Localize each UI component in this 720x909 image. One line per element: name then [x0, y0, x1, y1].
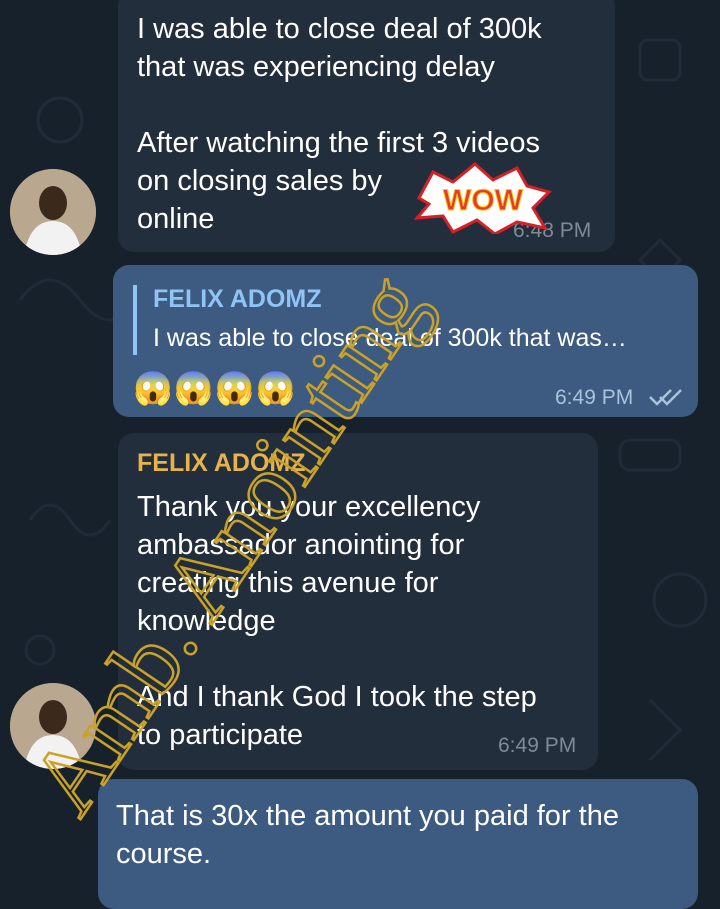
- message-emojis: 😱😱😱😱: [133, 370, 297, 406]
- sender-name[interactable]: FELIX ADOMZ: [137, 449, 306, 478]
- message-bubble-outgoing[interactable]: That is 30x the amount you paid for the …: [98, 779, 698, 909]
- reply-text: I was able to close deal of 300k that wa…: [153, 324, 627, 352]
- avatar-photo: [10, 169, 96, 255]
- avatar-photo: [10, 683, 96, 769]
- message-bubble-incoming[interactable]: FELIX ADOMZ Thank you your excellency am…: [118, 433, 598, 770]
- double-check-icon: [649, 389, 682, 406]
- reply-quote[interactable]: FELIX ADOMZ I was able to close deal of …: [133, 285, 678, 355]
- message-bubble-outgoing[interactable]: FELIX ADOMZ I was able to close deal of …: [113, 265, 698, 417]
- wow-sticker-text: WOW: [443, 184, 524, 217]
- message-text: Thank you your excellency ambassador ano…: [137, 491, 537, 751]
- message-time: 6:49 PM: [498, 734, 577, 757]
- reply-sender-name: FELIX ADOMZ: [153, 285, 322, 313]
- message-text: That is 30x the amount you paid for the …: [116, 800, 619, 870]
- wow-sticker: WOW: [413, 162, 552, 234]
- avatar-felix-adomz[interactable]: [10, 169, 96, 255]
- avatar-felix-adomz[interactable]: [10, 683, 96, 769]
- message-time: 6:49 PM: [555, 386, 634, 409]
